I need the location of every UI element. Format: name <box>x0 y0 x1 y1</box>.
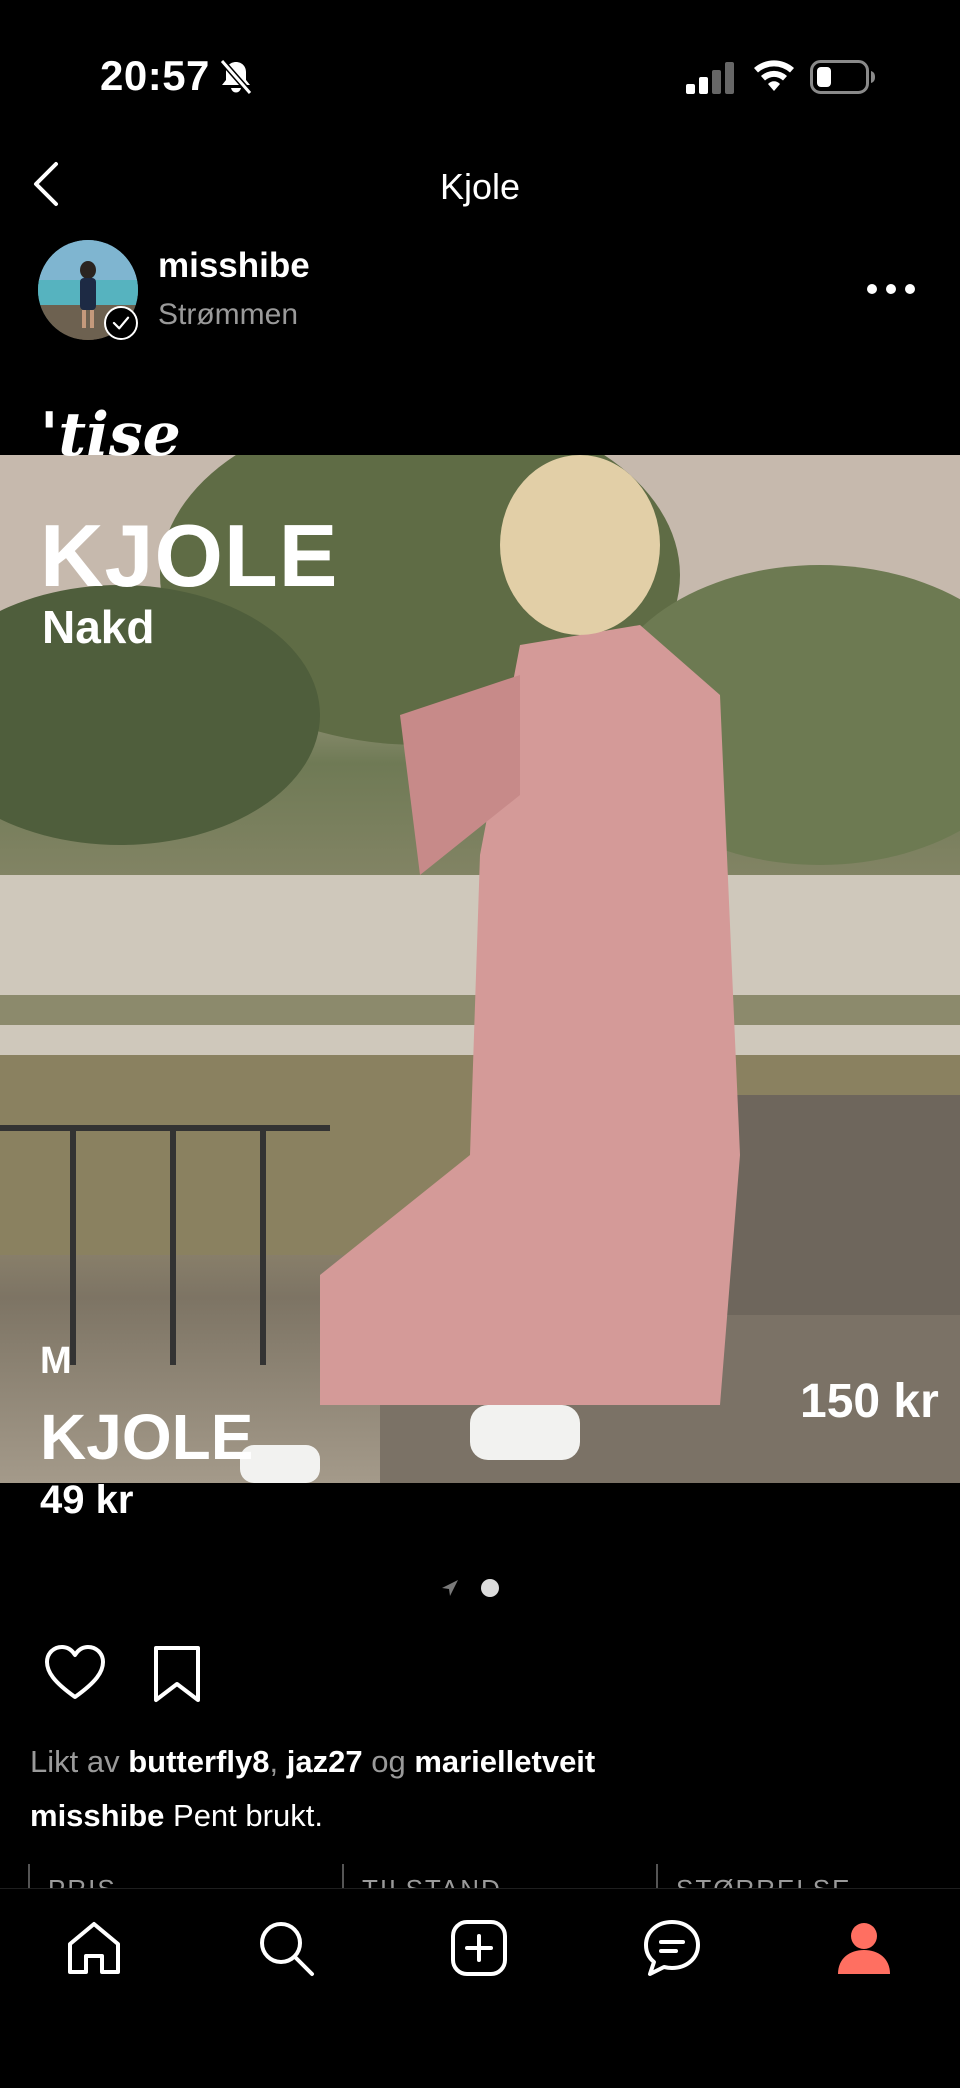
liked-user-1[interactable]: butterfly8 <box>128 1744 269 1779</box>
profile-icon[interactable] <box>832 1916 896 1980</box>
detail-price-label: PRIS <box>28 1864 117 1890</box>
details-strip: PRIS TILSTAND STØRRELSE <box>0 1864 960 1890</box>
overlay-brand: Nakd <box>42 601 155 653</box>
caption-text: Pent brukt. <box>173 1798 323 1833</box>
detail-size-label: STØRRELSE <box>656 1864 852 1890</box>
user-location: Strømmen <box>158 298 299 331</box>
signal-icon <box>686 62 734 94</box>
caption-username[interactable]: misshibe <box>30 1798 164 1833</box>
bookmark-icon[interactable] <box>152 1644 202 1704</box>
pager-dot-active <box>481 1579 499 1597</box>
overlay-price-right: 150 kr <box>800 1375 939 1428</box>
pager-arrow-icon <box>442 1580 458 1596</box>
heart-icon[interactable] <box>44 1644 106 1702</box>
messages-icon[interactable] <box>640 1916 704 1980</box>
overlay-price-left: 49 kr <box>40 1478 134 1522</box>
overlay-size: M <box>40 1340 72 1382</box>
add-icon[interactable] <box>447 1916 511 1980</box>
overlay-title-bottom: KJOLE <box>40 1401 254 1473</box>
search-icon[interactable] <box>254 1916 318 1980</box>
liked-by-text: Likt av butterfly8, jaz27 og marielletve… <box>30 1744 595 1780</box>
caption: misshibe Pent brukt. <box>30 1798 323 1834</box>
username[interactable]: misshibe <box>158 246 310 286</box>
detail-condition-label: TILSTAND <box>342 1864 502 1890</box>
liked-user-2[interactable]: jaz27 <box>287 1744 363 1779</box>
home-icon[interactable] <box>62 1916 126 1980</box>
wifi-icon <box>754 60 794 91</box>
overlay-title: KJOLE <box>40 506 339 605</box>
likes-separator: , <box>269 1744 279 1779</box>
battery-icon <box>810 60 875 94</box>
bell-muted-icon <box>219 59 253 95</box>
liked-user-3[interactable]: marielletveit <box>414 1744 595 1779</box>
likes-prefix: Likt av <box>30 1744 120 1779</box>
more-horizontal-icon[interactable] <box>866 282 916 296</box>
page-title: Kjole <box>439 166 521 207</box>
verified-badge-icon <box>104 306 138 340</box>
likes-conjunction: og <box>371 1744 406 1779</box>
status-time: 20:57 <box>100 52 210 99</box>
tise-logo: 'tise <box>40 400 181 470</box>
